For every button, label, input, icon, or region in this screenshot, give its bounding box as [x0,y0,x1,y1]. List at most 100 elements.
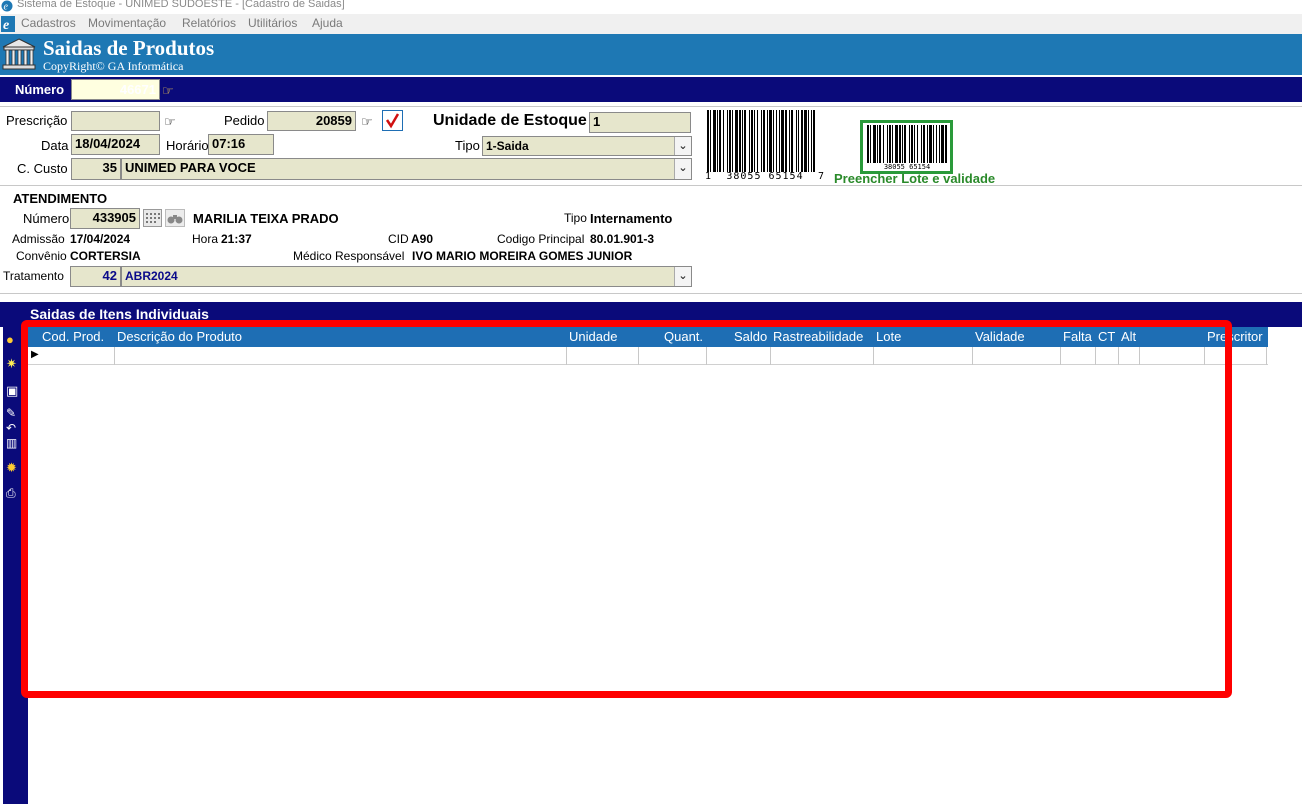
medico-value: IVO MARIO MOREIRA GOMES JUNIOR [412,249,633,263]
barcode-bar [798,110,799,172]
tipo-select[interactable]: 1-Saida ⌄ [482,136,692,156]
menu-relatorios[interactable]: Relatórios [182,16,236,30]
calendar-icon[interactable] [143,209,162,227]
barcode-bar [739,110,741,172]
barcode-bar [895,125,898,163]
barcode-bar [710,110,711,172]
barcode-end-digit: 7 [817,171,825,182]
prescricao-input[interactable] [71,111,160,131]
barcode-bar [757,110,758,172]
window-title: Sistema de Estoque - UNIMED SUDOESTE - [… [17,0,345,10]
numero-input[interactable]: 46671 [71,79,160,100]
c-custo-value: UNIMED PARA VOCE [125,160,256,175]
menu-cadastros[interactable]: Cadastros [21,16,76,30]
highlight-box [21,320,1232,698]
barcode-bar [945,125,947,163]
barcode-bar [773,110,774,172]
barcode-bar [804,110,807,172]
barcode-bar [776,110,777,172]
divider [0,106,1302,107]
barcode-start-digit: 1 [705,171,713,182]
numero-label: Número [15,82,65,97]
save-icon[interactable]: ▣ [6,383,18,399]
barcode-bar [729,110,731,172]
lookup-hand-icon[interactable]: ☞ [162,83,174,99]
barcode-bar [781,110,784,172]
c-custo-select[interactable]: UNIMED PARA VOCE ⌄ [121,158,692,180]
new-item-icon[interactable]: ✷ [6,356,17,372]
help-icon[interactable]: ● [6,332,14,347]
unidade-estoque-input[interactable]: 1 [589,112,691,133]
settings-icon[interactable]: ✹ [6,460,17,476]
app-icon: e [1,0,13,12]
barcode-bar [889,125,891,163]
check-icon [385,113,400,129]
paciente-nome: MARILIA TEIXA PRADO [193,211,339,226]
barcode-bar [941,125,944,163]
codigo-principal-value: 80.01.901-3 [590,232,655,246]
tratamento-value: ABR2024 [125,269,178,283]
tipo-value: 1-Saida [486,139,529,153]
barcode-bar [933,125,934,163]
data-input[interactable]: 18/04/2024 [71,134,160,155]
chevron-down-icon[interactable]: ⌄ [674,159,691,179]
barcode-bar [796,110,797,172]
barcode-bar [727,110,728,172]
barcode-bar [735,110,738,172]
cid-label: CID [388,232,409,246]
barcode-digits: 38055 65154 [726,171,804,182]
pedido-checkbox[interactable] [382,110,403,131]
c-custo-code-input[interactable]: 35 [71,158,121,180]
barcode-bar [921,125,922,163]
cid-value: A90 [411,232,434,246]
data-label: Data [41,138,69,153]
tratamento-select[interactable]: ABR2024 ⌄ [121,266,692,287]
atendimento-section-title: ATENDIMENTO [13,191,108,206]
menu-bar: e Cadastros Movimentação Relatórios Util… [0,14,1302,34]
menu-utilitarios[interactable]: Utilitários [248,16,297,30]
tratamento-code-input[interactable]: 42 [70,266,121,287]
tipo-label: Tipo [455,138,480,153]
page-header: Saidas de Produtos CopyRight© GA Informá… [0,34,1302,75]
barcode-bar [914,125,915,163]
preencher-lote-link[interactable]: Preencher Lote e validade [834,171,995,186]
menu-movimentacao[interactable]: Movimentação [88,16,166,30]
prescricao-lookup-icon[interactable]: ☞ [164,114,176,130]
binoculars-icon[interactable] [165,209,185,227]
barcode-bars [707,110,815,172]
edit-icon[interactable]: ✎ [6,406,16,420]
delete-icon[interactable]: ▥ [6,436,17,450]
atendimento-tipo: Internamento [590,211,673,226]
barcode-bar [751,110,753,172]
undo-icon[interactable]: ↶ [6,421,16,435]
pedido-lookup-icon[interactable]: ☞ [361,114,373,130]
horario-input[interactable]: 07:16 [208,134,274,155]
barcode-bar [927,125,928,163]
barcode-bar [707,110,709,172]
atendimento-tipo-label: Tipo [564,211,587,225]
print-icon[interactable]: ⎙ [6,486,16,501]
divider [0,185,1302,186]
menu-ajuda[interactable]: Ajuda [312,16,343,30]
barcode-bar [902,125,903,163]
barcode-bar [877,125,878,163]
c-custo-label: C. Custo [17,161,68,176]
barcode-small-button[interactable]: 38055 65154 [860,120,953,174]
unidade-estoque-label: Unidade de Estoque [433,112,587,129]
barcode-bar [763,110,765,172]
pedido-input[interactable]: 20859 [267,111,356,131]
chevron-down-icon[interactable]: ⌄ [674,137,691,155]
numero-bar: Número 46671 ☞ [0,77,1302,102]
barcode-bar [779,110,780,172]
atendimento-numero-input[interactable]: 433905 [70,208,140,229]
building-icon [2,38,36,70]
chevron-down-icon[interactable]: ⌄ [674,267,691,286]
barcode-bar [754,110,755,172]
barcode-small-digits: 38055 65154 [883,163,931,171]
barcode-bar [899,125,901,163]
app-menu-icon[interactable]: e [1,16,15,32]
barcode-bar [723,110,724,172]
barcode-bar [719,110,721,172]
barcode-bar [761,110,762,172]
barcode-bar [785,110,787,172]
